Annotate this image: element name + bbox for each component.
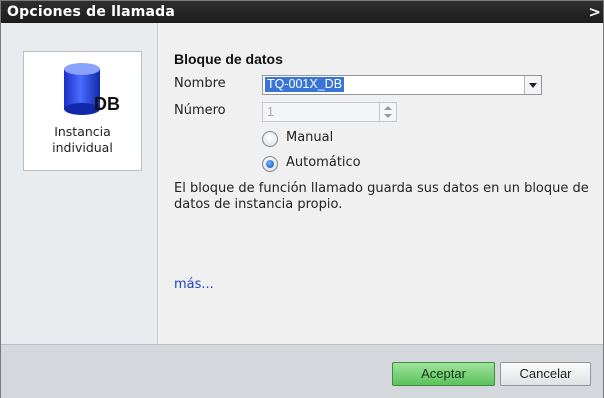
spin-down-icon [384, 114, 392, 118]
radio-auto-label: Automático [286, 155, 361, 170]
call-options-dialog: Opciones de llamada > DB Instancia indiv… [0, 0, 604, 398]
more-link[interactable]: más... [174, 277, 214, 292]
accept-button[interactable]: Aceptar [392, 362, 495, 386]
name-combobox[interactable]: TQ-001X_DB [262, 75, 542, 95]
db-icon-text: DB [94, 94, 120, 114]
tile-caption-line1: Instancia [54, 124, 111, 139]
right-panel: Bloque de datos Nombre TQ-001X_DB Número… [158, 23, 603, 344]
left-panel: DB Instancia individual [1, 23, 158, 344]
spin-up-icon [384, 106, 392, 110]
dialog-title: Opciones de llamada [7, 4, 176, 20]
single-instance-tile[interactable]: DB Instancia individual [23, 51, 142, 171]
tile-caption-line2: individual [52, 140, 113, 155]
number-value: 1 [267, 105, 274, 119]
title-bar: Opciones de llamada > [1, 1, 603, 23]
section-title: Bloque de datos [174, 51, 283, 67]
chevron-right-icon[interactable]: > [588, 3, 601, 21]
radio-manual-label: Manual [286, 130, 334, 145]
name-label: Nombre [174, 76, 226, 91]
radio-automatic[interactable] [262, 156, 278, 172]
number-field: 1 [262, 102, 397, 122]
number-label: Número [174, 103, 226, 118]
number-spinner [379, 103, 396, 121]
dialog-footer: Aceptar Cancelar [1, 344, 603, 398]
description-text: El bloque de función llamado guarda sus … [174, 181, 589, 212]
dropdown-button[interactable] [524, 76, 541, 94]
chevron-down-icon [529, 83, 537, 88]
cancel-button[interactable]: Cancelar [500, 362, 591, 386]
radio-manual[interactable] [262, 131, 278, 147]
name-value[interactable]: TQ-001X_DB [265, 77, 345, 92]
tile-caption: Instancia individual [24, 124, 141, 156]
radio-selected-dot [266, 160, 274, 168]
